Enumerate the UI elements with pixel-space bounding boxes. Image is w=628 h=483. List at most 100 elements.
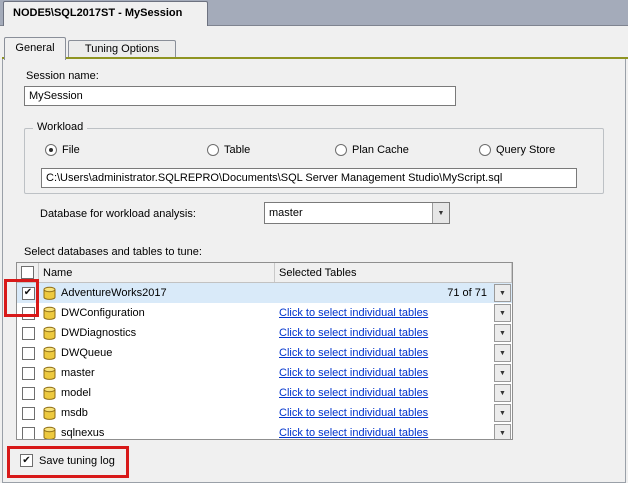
row-tables-dropdown-button[interactable]: ▼ bbox=[494, 324, 511, 342]
grid-header-row: Name Selected Tables bbox=[17, 263, 512, 283]
database-icon bbox=[43, 386, 56, 401]
workload-file-input[interactable]: C:\Users\administrator.SQLREPRO\Document… bbox=[41, 168, 577, 188]
database-row-checkbox[interactable] bbox=[21, 426, 35, 439]
session-name-input[interactable]: MySession bbox=[24, 86, 456, 106]
radio-button-icon bbox=[479, 144, 491, 156]
selected-tables-value[interactable]: Click to select individual tables bbox=[279, 347, 428, 359]
database-row[interactable]: DWDiagnostics Click to select individual… bbox=[17, 323, 512, 343]
row-tables-dropdown-button[interactable]: ▼ bbox=[494, 364, 511, 382]
database-row-name-cell: msdb bbox=[39, 403, 275, 423]
row-tables-dropdown-button[interactable]: ▼ bbox=[494, 424, 511, 439]
database-icon bbox=[43, 326, 56, 341]
selected-tables-value[interactable]: Click to select individual tables bbox=[279, 387, 428, 399]
database-icon bbox=[43, 306, 56, 321]
workload-type-options: File Table Plan Cache Query Store bbox=[45, 144, 555, 156]
workload-type-radio-label: Table bbox=[224, 144, 251, 156]
database-row-tables-cell: Click to select individual tables ▼ bbox=[275, 403, 512, 423]
selected-tables-value[interactable]: Click to select individual tables bbox=[279, 367, 428, 379]
chevron-down-icon: ▼ bbox=[499, 409, 506, 417]
row-tables-dropdown-button[interactable]: ▼ bbox=[494, 384, 511, 402]
database-row-name-cell: DWConfiguration bbox=[39, 303, 275, 323]
radio-button-icon bbox=[335, 144, 347, 156]
database-name: DWConfiguration bbox=[61, 307, 145, 319]
selected-tables-value[interactable]: Click to select individual tables bbox=[279, 407, 428, 419]
workload-type-radio[interactable]: Table bbox=[207, 144, 335, 156]
database-row-tables-cell: Click to select individual tables ▼ bbox=[275, 363, 512, 383]
workload-type-radio[interactable]: Plan Cache bbox=[335, 144, 479, 156]
workload-type-radio-label: File bbox=[62, 144, 80, 156]
tab-general-label: General bbox=[15, 42, 55, 54]
database-name: master bbox=[61, 367, 95, 379]
session-name-value: MySession bbox=[29, 90, 83, 102]
chevron-down-icon: ▼ bbox=[437, 209, 445, 217]
database-row-name-cell: AdventureWorks2017 bbox=[39, 283, 275, 303]
database-row-checkbox[interactable] bbox=[21, 346, 35, 360]
workload-group-label: Workload bbox=[33, 121, 88, 133]
database-row-check-cell bbox=[17, 343, 39, 363]
database-analysis-dropdown-button[interactable]: ▼ bbox=[432, 203, 449, 223]
select-databases-label: Select databases and tables to tune: bbox=[24, 246, 202, 258]
database-icon bbox=[43, 406, 56, 421]
database-icon bbox=[43, 286, 56, 301]
session-name-label: Session name: bbox=[26, 70, 99, 82]
databases-grid: Name Selected Tables AdventureWorks2017 … bbox=[16, 262, 513, 440]
document-tab[interactable]: NODE5\SQL2017ST - MySession bbox=[3, 1, 208, 26]
workload-type-radio[interactable]: Query Store bbox=[479, 144, 555, 156]
annotation-box-database-checkbox bbox=[4, 279, 39, 317]
database-analysis-label: Database for workload analysis: bbox=[40, 208, 196, 220]
database-row-name-cell: master bbox=[39, 363, 275, 383]
chevron-down-icon: ▼ bbox=[499, 349, 506, 357]
chevron-down-icon: ▼ bbox=[499, 369, 506, 377]
row-tables-dropdown-button[interactable]: ▼ bbox=[494, 404, 511, 422]
row-tables-dropdown-button[interactable]: ▼ bbox=[494, 284, 511, 302]
database-row[interactable]: master Click to select individual tables… bbox=[17, 363, 512, 383]
tab-tuning-options-label: Tuning Options bbox=[84, 43, 160, 55]
database-row-checkbox[interactable] bbox=[21, 386, 35, 400]
select-all-checkbox[interactable] bbox=[21, 266, 34, 279]
tab-general[interactable]: General bbox=[4, 37, 66, 60]
database-row-name-cell: DWQueue bbox=[39, 343, 275, 363]
tabstrip-underline bbox=[2, 57, 628, 59]
header-name-column[interactable]: Name bbox=[39, 263, 275, 282]
document-tab-bar: NODE5\SQL2017ST - MySession bbox=[0, 0, 628, 26]
header-selected-tables-column[interactable]: Selected Tables bbox=[275, 263, 512, 282]
database-row[interactable]: msdb Click to select individual tables ▼ bbox=[17, 403, 512, 423]
workload-group: Workload File Table Plan Cache Query Sto… bbox=[24, 121, 604, 194]
tab-tuning-options[interactable]: Tuning Options bbox=[68, 40, 176, 57]
row-tables-dropdown-button[interactable]: ▼ bbox=[494, 304, 511, 322]
database-icon bbox=[43, 366, 56, 381]
database-row-checkbox[interactable] bbox=[21, 366, 35, 380]
selected-tables-value[interactable]: Click to select individual tables bbox=[279, 427, 428, 439]
chevron-down-icon: ▼ bbox=[499, 309, 506, 317]
radio-button-icon bbox=[45, 144, 57, 156]
database-row-checkbox[interactable] bbox=[21, 326, 35, 340]
selected-tables-value[interactable]: 71 of 71 bbox=[447, 287, 487, 299]
workload-file-path: C:\Users\administrator.SQLREPRO\Document… bbox=[46, 172, 503, 184]
database-row-tables-cell: Click to select individual tables ▼ bbox=[275, 423, 512, 439]
database-row[interactable]: model Click to select individual tables … bbox=[17, 383, 512, 403]
database-row[interactable]: AdventureWorks2017 71 of 71 ▼ bbox=[17, 283, 512, 303]
selected-tables-value[interactable]: Click to select individual tables bbox=[279, 327, 428, 339]
database-row-check-cell bbox=[17, 403, 39, 423]
database-row[interactable]: DWConfiguration Click to select individu… bbox=[17, 303, 512, 323]
database-row-name-cell: model bbox=[39, 383, 275, 403]
database-name: DWDiagnostics bbox=[61, 327, 137, 339]
workload-type-radio-label: Query Store bbox=[496, 144, 556, 156]
database-name: model bbox=[61, 387, 91, 399]
database-name: AdventureWorks2017 bbox=[61, 287, 167, 299]
header-selected-tables-label: Selected Tables bbox=[279, 266, 357, 279]
database-row[interactable]: sqlnexus Click to select individual tabl… bbox=[17, 423, 512, 439]
database-row-name-cell: sqlnexus bbox=[39, 423, 275, 439]
database-row[interactable]: DWQueue Click to select individual table… bbox=[17, 343, 512, 363]
database-row-checkbox[interactable] bbox=[21, 406, 35, 420]
selected-tables-value[interactable]: Click to select individual tables bbox=[279, 307, 428, 319]
database-name: DWQueue bbox=[61, 347, 113, 359]
database-row-check-cell bbox=[17, 363, 39, 383]
database-icon bbox=[43, 346, 56, 361]
database-name: msdb bbox=[61, 407, 88, 419]
workload-type-radio[interactable]: File bbox=[45, 144, 207, 156]
row-tables-dropdown-button[interactable]: ▼ bbox=[494, 344, 511, 362]
chevron-down-icon: ▼ bbox=[499, 429, 506, 437]
database-name: sqlnexus bbox=[61, 427, 105, 439]
database-analysis-combobox[interactable]: master ▼ bbox=[264, 202, 450, 224]
